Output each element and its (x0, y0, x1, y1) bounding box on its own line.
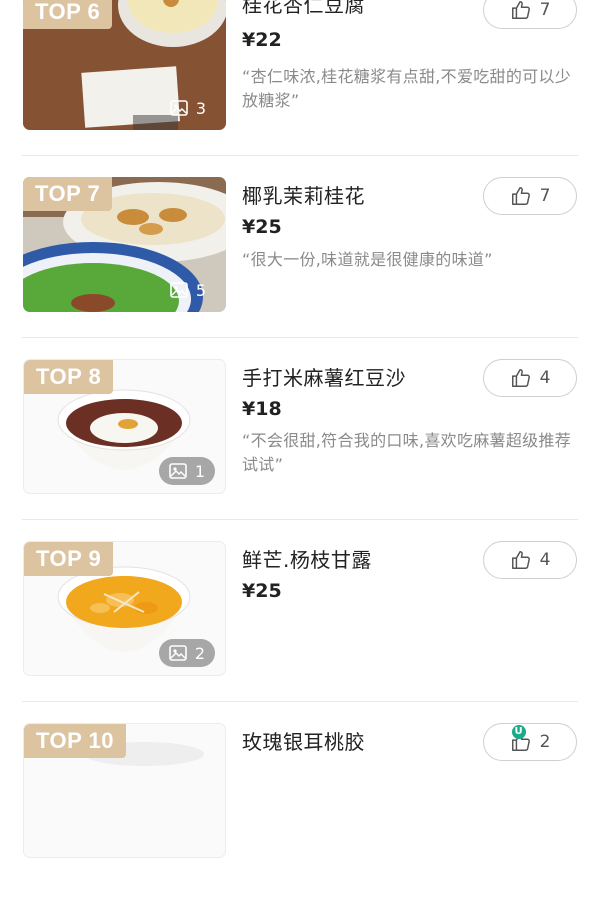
like-count: 4 (539, 550, 551, 570)
divider (22, 519, 578, 520)
review-quote: “杏仁味浓,桂花糖浆有点甜,不爱吃甜的可以少放糖浆” (242, 67, 572, 110)
divider (22, 155, 578, 156)
review-quote: “很大一份,味道就是很健康的味道” (242, 250, 493, 269)
list-item[interactable]: TOP 7 5 椰乳茉莉桂花 ¥25 “很大一份,味道就是很健康的味道” 7 (0, 177, 600, 359)
rank-badge: TOP 9 (24, 542, 114, 576)
like-count: 2 (539, 732, 551, 752)
list-item[interactable]: TOP 8 1 手打米麻薯红豆沙 ¥18 “不会很甜,符合我的口味,喜欢吃麻薯超… (0, 359, 600, 541)
photo-count-label: 2 (194, 643, 205, 663)
dish-photo[interactable]: TOP 9 2 (23, 541, 226, 676)
thumbs-up-icon (511, 369, 530, 387)
photo-count-label: 5 (195, 280, 206, 300)
dish-photo[interactable]: TOP 8 1 (23, 359, 226, 494)
photo-count[interactable]: 2 (158, 639, 215, 667)
image-icon (169, 645, 187, 661)
like-button[interactable]: 4 (483, 359, 577, 397)
like-button[interactable]: U 2 (483, 723, 577, 761)
dish-name[interactable]: 玫瑰银耳桃胶 (242, 726, 365, 755)
dish-price: ¥18 (242, 398, 282, 420)
dish-price: ¥25 (242, 580, 282, 602)
review-quote: “不会很甜,符合我的口味,喜欢吃麻薯超级推荐试试” (242, 431, 572, 474)
image-icon (170, 282, 188, 298)
thumbs-up-icon (511, 187, 530, 205)
image-icon (170, 100, 188, 116)
notification-badge: U (511, 725, 526, 739)
thumbs-up-icon (511, 551, 530, 569)
dish-name[interactable]: 鲜芒.杨枝甘露 (242, 544, 372, 573)
like-count: 7 (539, 0, 551, 20)
divider (22, 701, 578, 702)
dish-photo[interactable]: TOP 10 (23, 723, 226, 858)
like-button[interactable]: 7 (483, 0, 577, 29)
list-item[interactable]: TOP 10 玫瑰银耳桃胶 U 2 (0, 723, 600, 905)
dish-name[interactable]: 手打米麻薯红豆沙 (242, 362, 406, 391)
rank-badge: TOP 10 (24, 724, 127, 758)
dish-name[interactable]: 桂花杏仁豆腐 (242, 0, 365, 18)
like-button[interactable]: 4 (483, 541, 577, 579)
rank-badge: TOP 8 (24, 360, 114, 394)
rank-badge: TOP 6 (23, 0, 113, 29)
like-button[interactable]: 7 (483, 177, 577, 215)
photo-count[interactable]: 3 (160, 94, 216, 122)
dish-photo[interactable]: TOP 6 3 (23, 0, 226, 130)
like-count: 7 (539, 186, 551, 206)
dish-name[interactable]: 椰乳茉莉桂花 (242, 180, 365, 209)
like-count: 4 (539, 368, 551, 388)
list-item[interactable]: TOP 6 3 桂花杏仁豆腐 ¥22 “杏仁味浓,桂花糖浆有点甜,不爱吃甜的可以… (0, 0, 600, 177)
photo-count-label: 3 (195, 98, 206, 118)
photo-count[interactable]: 1 (158, 457, 215, 485)
list-item[interactable]: TOP 9 2 鲜芒.杨枝甘露 ¥25 4 (0, 541, 600, 723)
photo-count-label: 1 (194, 461, 205, 481)
divider (22, 337, 578, 338)
thumbs-up-icon (511, 1, 530, 19)
dish-price: ¥22 (242, 29, 282, 51)
dish-price: ¥25 (242, 216, 282, 238)
photo-count[interactable]: 5 (160, 276, 216, 304)
dish-ranking-list: TOP 6 3 桂花杏仁豆腐 ¥22 “杏仁味浓,桂花糖浆有点甜,不爱吃甜的可以… (0, 0, 600, 858)
rank-badge: TOP 7 (23, 177, 113, 211)
dish-photo[interactable]: TOP 7 5 (23, 177, 226, 312)
image-icon (169, 463, 187, 479)
